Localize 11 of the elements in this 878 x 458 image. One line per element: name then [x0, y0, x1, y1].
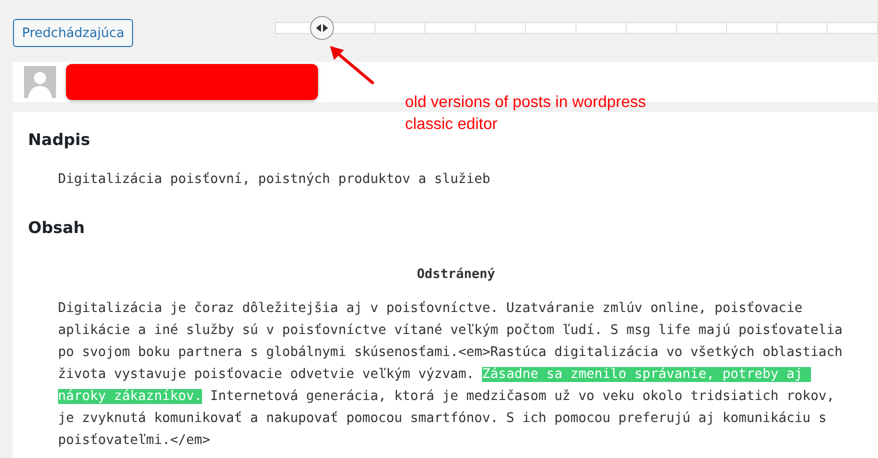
previous-button[interactable]: Predchádzajúca — [13, 19, 134, 47]
annotation-text: old versions of posts in wordpress classic editor — [405, 93, 647, 135]
slider-handle[interactable] — [310, 16, 334, 40]
title-text: Digitalizácia poisťovní, poistných produktov a služieb — [58, 171, 492, 189]
avatar-silhouette-icon — [24, 66, 56, 98]
annotation-arrow — [330, 46, 374, 84]
section-heading: Obsah — [28, 217, 86, 239]
removed-label: Odstránený — [416, 267, 496, 282]
section-heading: Nadpis — [28, 129, 92, 151]
removed-text: Digitalizácia je čoraz dôležitejšia aj v poisťovníctve. Uzatváranie zmlúv online, poisťovacie aplikácie a iné služby sú v poisťovníctve vítané veľkým počtom ľudí. S msg life majú poisťovatelia po svojom boku partnera s globálnymi skúsenosťami.<em>Rastúca digitalizácia vo všetkých oblastiach života vystavuje poisťovacie odvetvie veľkým výzvam. Zásadne sa zmenilo správanie, potreby aj nároky zákazníkov. Internetová generácia, ktorá je medzičasom už vo veku okolo tridsiatich rokov, je zvyknutá komunikovať a nakupovať pomocou smartfónov. S ich pomocou preferujú aj komunikáciu s poisťovateľmi.</em> — [58, 300, 844, 450]
left-right-arrows-icon — [316, 24, 328, 32]
